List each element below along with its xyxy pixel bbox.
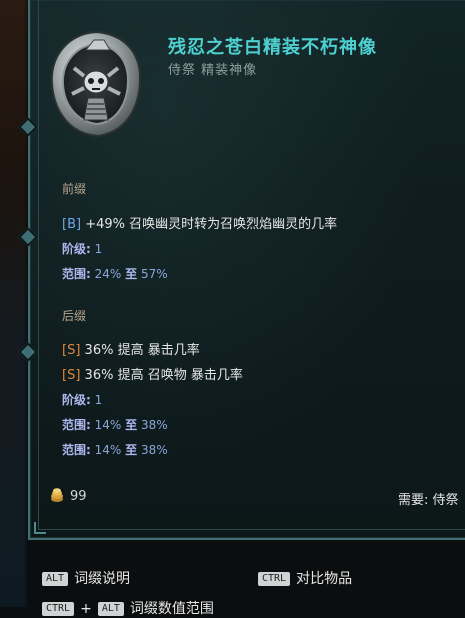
- range-to: 至: [125, 443, 138, 457]
- prefix-range: 范围: 24% 至 57%: [62, 267, 168, 281]
- suffix-label: 后缀: [62, 309, 87, 323]
- affix-text: +49% 召唤幽灵时转为召唤烈焰幽灵的几率: [85, 217, 338, 232]
- range-min: 24%: [94, 267, 122, 281]
- affix-tag: [S]: [62, 343, 81, 358]
- gold-value: 99: [70, 489, 87, 504]
- suffix-range-1: 范围: 14% 至 38%: [62, 418, 168, 432]
- item-title: 残忍之苍白精装不朽神像: [168, 37, 377, 58]
- range-label: 范围: [62, 418, 87, 432]
- range-to: 至: [125, 418, 138, 432]
- background-scene: [0, 0, 30, 607]
- suffix-affix-1: [S] 36% 提高 暴击几率: [62, 339, 200, 358]
- range-min: 14%: [94, 443, 122, 457]
- prefix-affix: [B] +49% 召唤幽灵时转为召唤烈焰幽灵的几率: [62, 213, 337, 232]
- range-label: 范围: [62, 443, 87, 457]
- suffix-range-2: 范围: 14% 至 38%: [62, 443, 168, 457]
- range-label: 范围: [62, 267, 87, 281]
- range-min: 14%: [94, 418, 122, 432]
- affix-text: 36% 提高 暴击几率: [84, 343, 200, 358]
- alt-key: ALT: [42, 572, 69, 586]
- ctrl-key: CTRL: [258, 572, 291, 586]
- hint-affix-ranges[interactable]: CTRL + ALT 词缀数值范围: [42, 598, 214, 618]
- affix-text: 36% 提高 召唤物 暴击几率: [84, 368, 243, 383]
- hint-label: 词缀说明: [74, 571, 131, 587]
- range-max: 38%: [141, 443, 168, 457]
- tier-value: 1: [94, 242, 103, 256]
- item-tooltip: 残忍之苍白精装不朽神像 侍祭 精装神像 前缀 [B] +49% 召唤幽灵时转为召…: [18, 0, 465, 540]
- ctrl-key: CTRL: [42, 602, 75, 616]
- key-hints-bar: ALT 词缀说明 CTRL 对比物品 CTRL + ALT 词缀数值范围: [30, 548, 465, 617]
- suffix-tier: 阶级: 1: [62, 393, 103, 407]
- hint-affix-info[interactable]: ALT 词缀说明: [42, 568, 130, 588]
- range-to: 至: [125, 267, 138, 281]
- alt-key: ALT: [97, 602, 124, 616]
- tier-label: 阶级: [62, 393, 87, 407]
- suffix-affix-2: [S] 36% 提高 召唤物 暴击几率: [62, 364, 243, 383]
- hint-compare-item[interactable]: CTRL 对比物品: [258, 568, 352, 588]
- range-max: 38%: [141, 418, 168, 432]
- range-max: 57%: [141, 267, 168, 281]
- hint-label: 词缀数值范围: [129, 601, 214, 617]
- class-requirement: 需要: 侍祭: [398, 493, 459, 508]
- affix-tag: [S]: [62, 368, 81, 383]
- prefix-label: 前缀: [62, 182, 87, 196]
- affix-tag: [B]: [62, 217, 82, 232]
- idol-icon: [50, 30, 142, 138]
- tier-label: 阶级: [62, 242, 87, 256]
- tooltip-corner: [34, 522, 46, 534]
- gold-coin-icon: [51, 488, 63, 502]
- hint-label: 对比物品: [296, 571, 353, 587]
- prefix-tier: 阶级: 1: [62, 242, 103, 256]
- tier-value: 1: [94, 393, 103, 407]
- item-subtitle: 侍祭 精装神像: [168, 63, 258, 78]
